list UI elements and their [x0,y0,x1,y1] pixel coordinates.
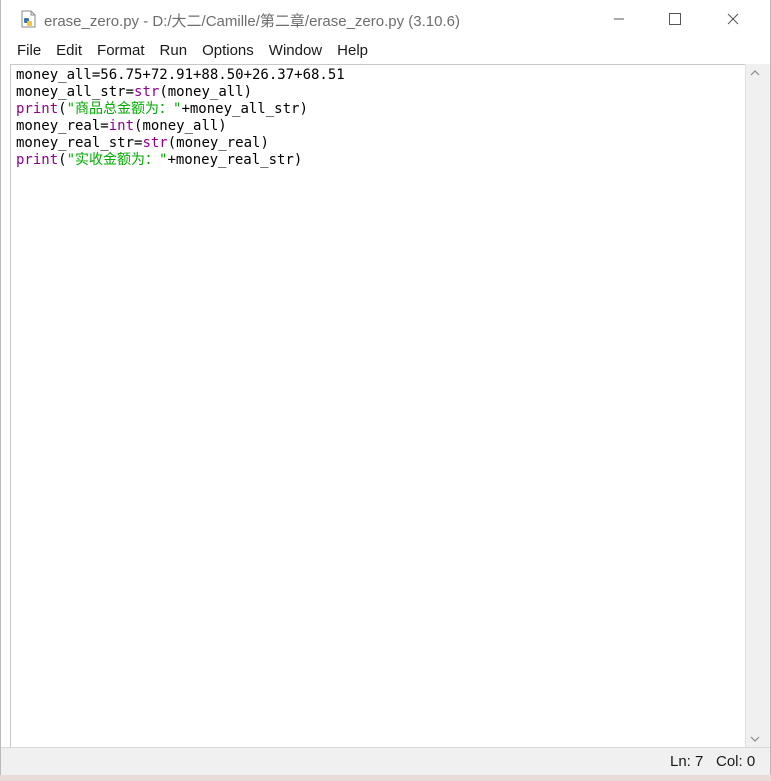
maximize-button[interactable] [646,0,704,38]
code-line[interactable]: money_all=56.75+72.91+88.50+26.37+68.51 [16,67,345,84]
code-token: ( [58,101,67,117]
builtin-token: print [16,101,59,117]
line-number-status: Ln: 7 [670,753,704,770]
menu-format[interactable]: Format [89,38,152,64]
desktop-background [0,775,771,781]
close-button[interactable] [704,0,762,38]
code-token: money_real_str= [16,135,143,151]
chevron-up-icon [750,69,759,75]
builtin-token: str [134,84,160,100]
menu-run[interactable]: Run [152,38,195,64]
code-token: ( [58,152,67,168]
column-number-status: Col: 0 [716,753,756,770]
menu-file[interactable]: File [1,38,48,64]
code-text[interactable]: money_all=56.75+72.91+88.50+26.37+68.51 m… [16,67,345,169]
status-bar: Ln: 7 Col: 0 [1,747,770,776]
code-line[interactable]: print("商品总金额为："+money_all_str) [16,101,345,118]
scroll-up-button[interactable] [746,64,763,81]
scroll-down-button[interactable] [746,730,763,747]
code-token: +money_real_str) [167,152,303,168]
title-bar[interactable]: erase_zero.py - D:/大二/Camille/第二章/erase_… [1,0,770,38]
code-line[interactable]: money_real_str=str(money_real) [16,135,345,152]
code-token: (money_real) [167,135,269,151]
string-token: "实收金额为：" [66,152,168,168]
vertical-scrollbar[interactable] [745,64,763,747]
menu-edit[interactable]: Edit [48,38,89,64]
code-editor[interactable]: money_all=56.75+72.91+88.50+26.37+68.51 m… [10,64,746,748]
minimize-button[interactable] [590,0,648,38]
window-edge [762,64,770,747]
builtin-token: print [16,152,59,168]
menu-options[interactable]: Options [194,38,261,64]
code-token: (money_all) [134,118,227,134]
maximize-icon [669,13,681,25]
code-token: (money_all) [159,84,253,100]
python-file-icon [20,10,37,28]
window-title: erase_zero.py - D:/大二/Camille/第二章/erase_… [44,13,460,30]
code-token: +money_all_str) [181,101,308,117]
string-token: "商品总金额为：" [66,101,182,117]
close-icon [727,13,739,25]
code-token: money_real= [16,118,109,134]
builtin-token: int [108,118,135,134]
code-token: money_all_str= [16,84,135,100]
idle-editor-window: erase_zero.py - D:/大二/Camille/第二章/erase_… [0,0,771,781]
code-token: money_all=56.75+72.91+88.50+26.37+68.51 [16,67,345,83]
code-line[interactable]: print("实收金额为："+money_real_str) [16,152,345,169]
code-line[interactable]: money_all_str=str(money_all) [16,84,345,101]
menu-window[interactable]: Window [261,38,329,64]
menu-bar: File Edit Format Run Options Window Help [1,38,770,64]
chevron-down-icon [750,736,759,742]
builtin-token: str [142,135,168,151]
menu-help[interactable]: Help [329,38,375,64]
minimize-icon [614,18,624,20]
code-line[interactable]: money_real=int(money_all) [16,118,345,135]
